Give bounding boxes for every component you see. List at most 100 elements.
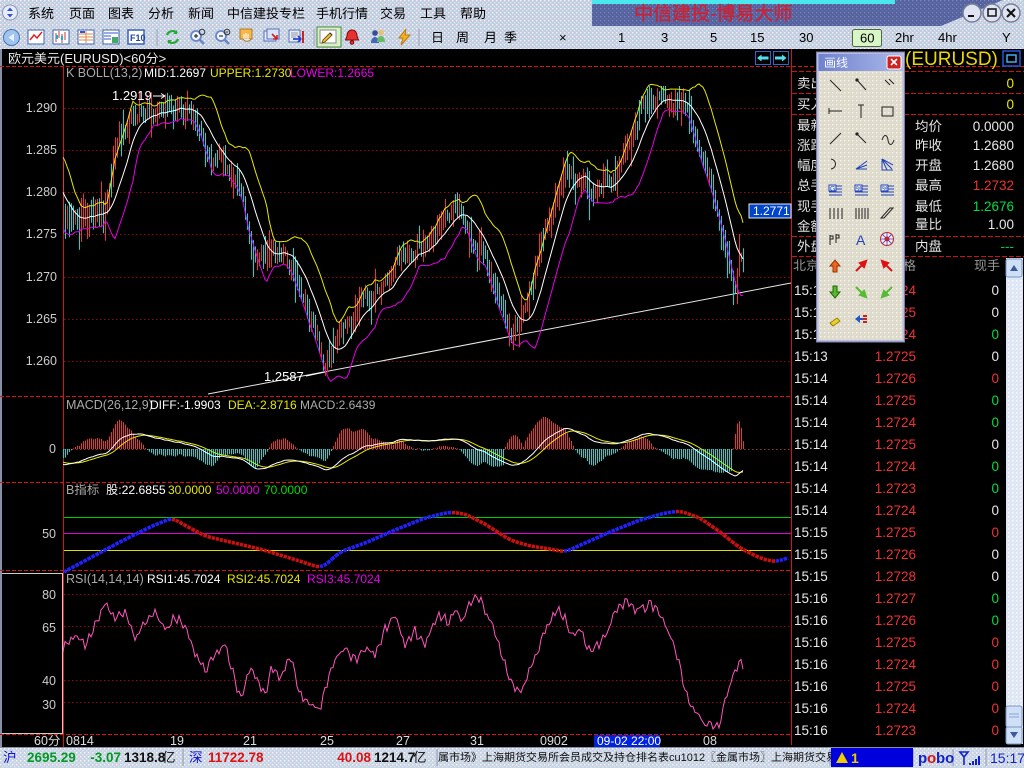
svg-text:%: % [882,186,888,193]
svg-text:RSI1:45.7024: RSI1:45.7024 [147,572,221,586]
svg-text:RSI2:45.7024: RSI2:45.7024 [227,572,301,586]
svg-text:1: 1 [618,30,625,45]
svg-text:0: 0 [991,415,999,430]
svg-text:31: 31 [470,734,484,748]
svg-text:0: 0 [991,349,999,364]
svg-text:15:16: 15:16 [794,613,828,628]
svg-text:1.2726: 1.2726 [875,371,916,386]
svg-text:1.2724: 1.2724 [875,415,917,430]
svg-text:15:15: 15:15 [794,569,828,584]
svg-text:1.2919: 1.2919 [112,88,152,103]
svg-text:1.2725: 1.2725 [875,393,916,408]
svg-text:27: 27 [396,734,410,748]
svg-text:0: 0 [49,442,56,456]
svg-text:A: A [856,232,866,248]
svg-text:5: 5 [710,30,717,45]
svg-text:15:16: 15:16 [794,657,828,672]
svg-text:0: 0 [991,305,999,320]
svg-text:30.0000: 30.0000 [168,483,212,497]
svg-text:UPPER:1.2730: UPPER:1.2730 [210,66,292,80]
svg-text:60: 60 [34,734,48,748]
svg-text:15:14: 15:14 [794,371,828,386]
svg-text:09-02 22:00: 09-02 22:00 [597,734,661,748]
svg-text:1.2724: 1.2724 [875,657,917,672]
svg-text:bo: bo [936,750,954,767]
svg-text:0: 0 [991,701,999,716]
svg-text:60: 60 [860,31,874,46]
svg-text:1.2726: 1.2726 [875,613,916,628]
svg-text::22.6855: :22.6855 [118,483,166,497]
svg-text:15:15: 15:15 [794,547,828,562]
svg-text:15:14: 15:14 [794,481,828,496]
svg-text:0: 0 [1006,97,1014,112]
svg-text:2hr: 2hr [895,30,914,45]
svg-text:%: % [856,186,862,193]
svg-text:1.265: 1.265 [26,312,57,326]
svg-text:1.2726: 1.2726 [875,547,916,562]
svg-text:0: 0 [991,327,999,342]
svg-text:1.2680: 1.2680 [973,158,1014,173]
svg-text:70.0000: 70.0000 [264,483,308,497]
svg-text:0: 0 [991,503,999,518]
svg-text:15:16: 15:16 [794,591,828,606]
svg-text:1.2724: 1.2724 [875,459,917,474]
svg-text:40.08: 40.08 [337,750,371,765]
svg-text:1: 1 [851,750,859,766]
svg-text:DIFF:-1.9903: DIFF:-1.9903 [150,398,221,412]
svg-text:15:15: 15:15 [794,525,828,540]
svg-text:0: 0 [991,371,999,386]
svg-text:1.2771: 1.2771 [753,204,790,218]
svg-text:1.2723: 1.2723 [875,723,916,738]
svg-text:0: 0 [991,437,999,452]
svg-text:0: 0 [991,723,999,738]
svg-text:0: 0 [991,481,999,496]
svg-text:0: 0 [991,547,999,562]
svg-text:15:16: 15:16 [794,701,828,716]
svg-text:0.0000: 0.0000 [973,119,1014,134]
svg-text:15:17: 15:17 [990,750,1024,766]
svg-text:1.2727: 1.2727 [875,591,916,606]
svg-text:25: 25 [320,734,334,748]
svg-text:1.00: 1.00 [988,217,1014,232]
svg-text:0: 0 [1006,76,1014,91]
svg-text:0: 0 [991,657,999,672]
svg-text:DEA:-2.8716: DEA:-2.8716 [228,398,297,412]
svg-text:RSI3:45.7024: RSI3:45.7024 [307,572,381,586]
svg-text:1.2728: 1.2728 [875,569,916,584]
svg-text:1214.7: 1214.7 [374,750,415,765]
svg-text:15:16: 15:16 [794,723,828,738]
svg-text:1.2725: 1.2725 [875,349,916,364]
svg-text:0: 0 [991,613,999,628]
svg-text:o: o [927,750,936,767]
svg-text:1.285: 1.285 [26,143,57,157]
svg-text:1.2724: 1.2724 [875,701,917,716]
svg-text:15:14: 15:14 [794,393,828,408]
svg-text:30: 30 [42,698,56,712]
svg-text:cu1012: cu1012 [669,752,705,764]
svg-text:---: --- [1001,239,1015,254]
svg-text:(EURUSD): (EURUSD) [905,49,998,70]
svg-text:1.275: 1.275 [26,227,57,241]
svg-text:15:14: 15:14 [794,459,828,474]
svg-text:0814: 0814 [66,734,94,748]
svg-text:15:14: 15:14 [794,503,828,518]
svg-text:RSI(14,14,14): RSI(14,14,14) [66,572,144,586]
svg-text:F10: F10 [130,33,146,43]
svg-text:-: - [710,4,716,25]
svg-text:50.0000: 50.0000 [216,483,260,497]
svg-text:1.290: 1.290 [26,101,57,115]
svg-text:1.2676: 1.2676 [973,199,1014,214]
svg-text:1.2723: 1.2723 [875,481,916,496]
svg-text:1.2732: 1.2732 [973,178,1014,193]
svg-text:(EURUSD)<60: (EURUSD)<60 [60,51,146,66]
svg-text:15: 15 [750,30,764,45]
svg-text:0902: 0902 [540,734,568,748]
svg-text:1.2725: 1.2725 [875,437,916,452]
svg-text:Y: Y [1002,30,1011,45]
svg-text:19: 19 [170,734,184,748]
svg-text:1318.8: 1318.8 [124,750,166,765]
svg-text:1.2725: 1.2725 [875,679,916,694]
svg-text:0: 0 [991,591,999,606]
svg-text:2695.29: 2695.29 [27,750,76,765]
svg-text:K BOLL(13,2): K BOLL(13,2) [66,66,142,80]
